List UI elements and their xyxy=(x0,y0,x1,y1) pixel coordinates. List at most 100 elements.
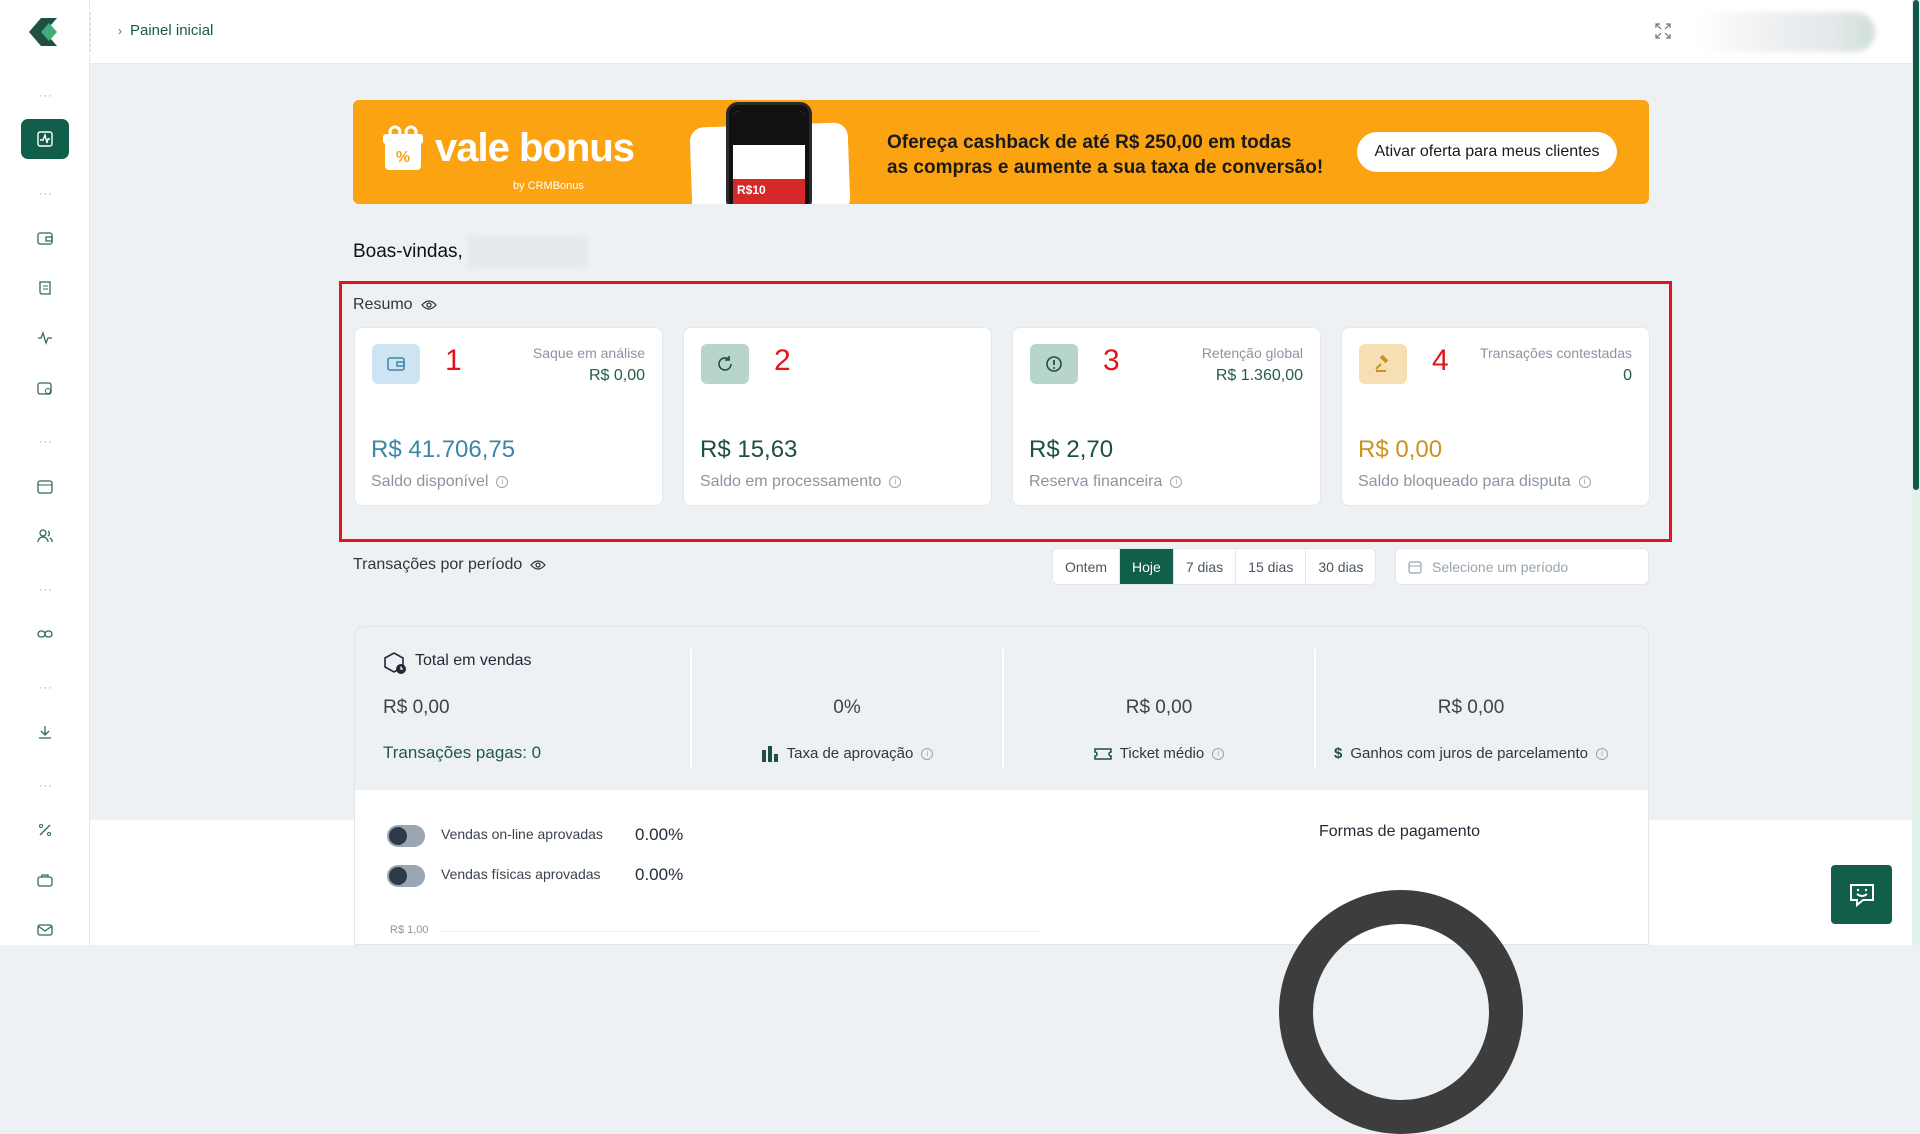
sidebar-divider: ··· xyxy=(39,90,53,102)
approval-label-text: Taxa de aprovação xyxy=(786,745,914,762)
wallet-icon xyxy=(37,232,53,245)
filter-30-dias[interactable]: 30 dias xyxy=(1306,549,1376,584)
gavel-icon xyxy=(1359,344,1407,384)
approval-value: 0% xyxy=(833,697,861,718)
card-label: Retenção global xyxy=(1201,345,1303,361)
sidebar-item-activity[interactable] xyxy=(21,318,69,358)
card-available-balance[interactable]: 1 Saque em análise R$ 0,00 R$ 41.706,75 … xyxy=(354,327,663,506)
toggle-physical-sales[interactable] xyxy=(387,865,425,887)
filter-hoje[interactable]: Hoje xyxy=(1120,549,1174,584)
scrollbar-thumb[interactable] xyxy=(1913,0,1919,490)
info-icon[interactable]: i xyxy=(889,476,902,488)
card-description-text: Saldo em processamento xyxy=(700,473,882,490)
sidebar-item-calendar[interactable] xyxy=(21,466,69,506)
promo-banner[interactable]: % vale bonus by CRMBonus R$10 Ofereça ca… xyxy=(353,100,1649,204)
sidebar-item-calendar-search[interactable] xyxy=(21,368,69,408)
breadcrumb-current: Painel inicial xyxy=(130,22,214,39)
sidebar-item-briefcase[interactable] xyxy=(21,860,69,900)
info-icon[interactable]: i xyxy=(921,747,934,760)
card-sub-value: R$ 1.360,00 xyxy=(1215,367,1303,384)
banner-message-line2: as compras e aumente a sua taxa de conve… xyxy=(887,157,1324,178)
transactions-title-text: Transações por período xyxy=(353,556,523,573)
stat-average-ticket: R$ 0,00 Ticket médio i xyxy=(1004,627,1316,769)
sidebar: ··· ··· ··· ··· ··· ··· xyxy=(0,0,90,945)
card-label: Transações contestadas xyxy=(1479,345,1632,361)
date-range-input[interactable]: Selecione um período xyxy=(1395,548,1649,585)
payment-donut-chart xyxy=(1279,890,1523,1134)
topbar: › Painel inicial xyxy=(90,0,1912,64)
stat-approval-rate: 0% Taxa de aprovação i xyxy=(692,627,1004,769)
topbar-divider xyxy=(90,12,91,52)
phone-price: R$10 xyxy=(733,179,805,204)
sidebar-item-wallet[interactable] xyxy=(21,218,69,258)
phone-mockup: R$10 xyxy=(726,102,812,204)
breadcrumb[interactable]: › Painel inicial xyxy=(118,22,213,39)
interest-label: $ Ganhos com juros de parcelamento i xyxy=(1316,745,1626,762)
card-label: Saque em análise xyxy=(532,345,645,361)
info-icon[interactable]: i xyxy=(1578,476,1591,488)
user-menu[interactable] xyxy=(1695,12,1875,52)
physical-sales-value: 0.00% xyxy=(635,865,684,884)
eye-icon[interactable] xyxy=(530,559,547,571)
box-clock-icon xyxy=(384,652,406,674)
chart-gridline xyxy=(440,931,1040,932)
info-icon[interactable]: i xyxy=(1212,747,1225,760)
refresh-icon xyxy=(701,344,749,384)
calendar-icon xyxy=(37,480,53,494)
bar-chart-icon xyxy=(761,745,778,762)
scrollbar-track-lower xyxy=(1913,490,1919,945)
users-icon xyxy=(37,529,53,543)
card-description-text: Saldo disponível xyxy=(371,473,489,490)
filter-ontem[interactable]: Ontem xyxy=(1053,549,1121,584)
sidebar-item-download[interactable] xyxy=(21,712,69,752)
summary-title: Resumo xyxy=(353,296,437,314)
ticket-icon xyxy=(1094,747,1112,760)
card-processing-balance[interactable]: 2 R$ 15,63 Saldo em processamento i xyxy=(683,327,992,506)
period-filter: Ontem Hoje 7 dias 15 dias 30 dias xyxy=(1052,548,1377,585)
welcome-text: Boas-vindas, xyxy=(353,241,463,262)
card-value: R$ 15,63 xyxy=(700,436,798,463)
filter-15-dias[interactable]: 15 dias xyxy=(1236,549,1307,584)
fullscreen-icon[interactable] xyxy=(1655,23,1671,39)
wallet-icon xyxy=(372,344,420,384)
chat-button[interactable] xyxy=(1831,865,1892,924)
activate-offer-button[interactable]: Ativar oferta para meus clientes xyxy=(1357,132,1617,172)
sidebar-item-dashboard[interactable] xyxy=(21,119,69,159)
card-description-text: Saldo bloqueado para disputa xyxy=(1358,473,1571,490)
chart-icon xyxy=(37,131,53,147)
sales-chart-panel: Vendas on-line aprovadas 0.00% Vendas fí… xyxy=(354,790,1649,1134)
sidebar-item-percent[interactable] xyxy=(21,810,69,850)
banner-message-line1: Ofereça cashback de até R$ 250,00 em tod… xyxy=(887,132,1292,153)
paid-transactions: Transações pagas: 0 xyxy=(383,743,542,762)
card-value: R$ 0,00 xyxy=(1358,436,1443,463)
sidebar-item-links[interactable] xyxy=(21,614,69,654)
info-icon[interactable]: i xyxy=(496,476,509,488)
eye-icon[interactable] xyxy=(420,299,437,311)
ticket-value: R$ 0,00 xyxy=(1125,697,1193,718)
card-financial-reserve[interactable]: 3 Retenção global R$ 1.360,00 R$ 2,70 Re… xyxy=(1012,327,1321,506)
sidebar-item-users[interactable] xyxy=(21,516,69,556)
page-scrollbar[interactable] xyxy=(1912,0,1920,945)
link-icon xyxy=(37,630,53,638)
card-description: Saldo em processamento i xyxy=(700,473,902,491)
banner-brand: % vale bonus xyxy=(381,124,635,172)
toggle-online-sales[interactable] xyxy=(387,825,425,847)
total-sales-value: R$ 0,00 xyxy=(383,697,450,718)
banner-brand-sub: by CRMBonus xyxy=(513,180,584,192)
ticket-label-text: Ticket médio xyxy=(1119,745,1205,762)
sidebar-item-statement[interactable] xyxy=(21,268,69,308)
payment-methods-title: Formas de pagamento xyxy=(1319,823,1480,840)
sidebar-divider: ··· xyxy=(39,682,53,694)
sidebar-divider: ··· xyxy=(39,780,53,792)
info-icon[interactable]: i xyxy=(1170,476,1183,488)
card-sub-value: R$ 0,00 xyxy=(588,367,645,384)
info-icon[interactable]: i xyxy=(1595,747,1608,760)
briefcase-icon xyxy=(37,874,53,887)
filter-7-dias[interactable]: 7 dias xyxy=(1173,549,1237,584)
sidebar-item-mail[interactable] xyxy=(21,910,69,950)
annotation-number: 3 xyxy=(1103,344,1120,377)
interest-label-text: Ganhos com juros de parcelamento xyxy=(1350,745,1588,762)
card-dispute-balance[interactable]: 4 Transações contestadas 0 R$ 0,00 Saldo… xyxy=(1341,327,1650,506)
app-logo[interactable] xyxy=(25,14,63,50)
svg-text:%: % xyxy=(396,149,410,166)
